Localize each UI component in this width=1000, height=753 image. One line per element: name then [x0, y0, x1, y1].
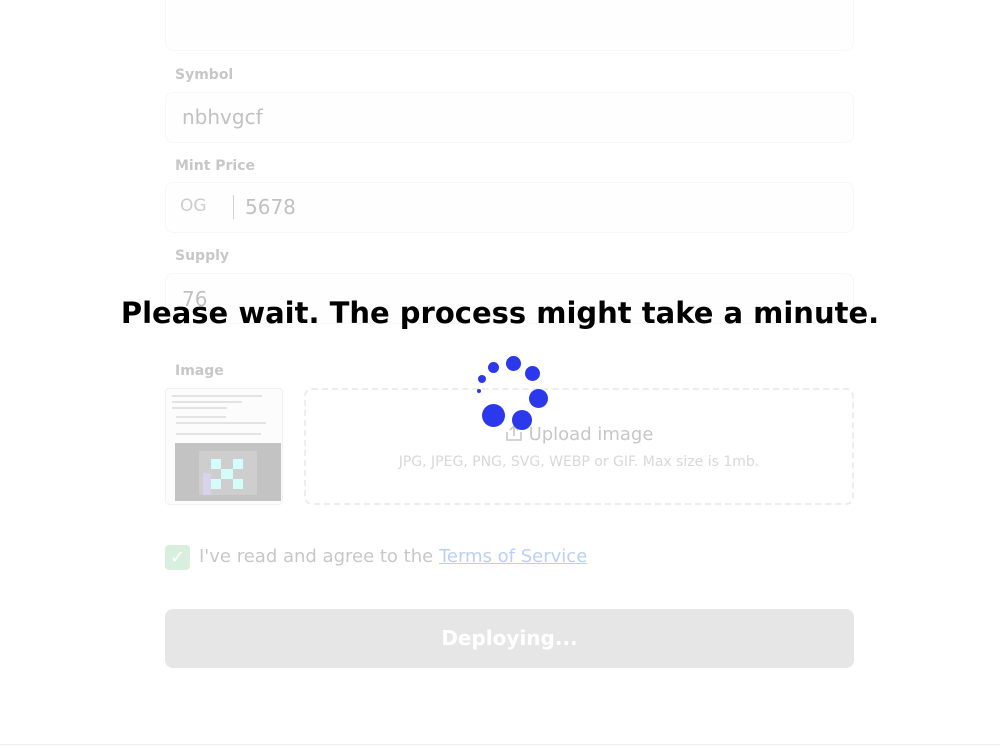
thumbnail-text-line	[176, 422, 266, 424]
spinner-dot	[525, 366, 540, 381]
terms-of-service-link[interactable]: Terms of Service	[439, 546, 587, 567]
image-thumbnail	[165, 388, 283, 505]
spinner-dot	[529, 389, 548, 408]
thumbnail-image	[175, 443, 281, 501]
upload-title-text: Upload image	[528, 424, 654, 445]
upload-dropzone[interactable]: Upload image JPG, JPEG, PNG, SVG, WEBP o…	[304, 388, 854, 505]
thumbnail-text-line	[172, 401, 242, 403]
supply-label: Supply	[175, 248, 230, 264]
spinner-dot	[512, 410, 532, 430]
loading-message: Please wait. The process might take a mi…	[120, 296, 880, 330]
terms-agreement: I've read and agree to the Terms of Serv…	[199, 546, 587, 567]
thumbnail-text-line	[176, 416, 226, 418]
symbol-value: nbhvgcf	[182, 105, 263, 129]
currency-prefix: OG	[180, 196, 207, 216]
terms-checkbox[interactable]: ✓	[165, 545, 190, 570]
mint-price-value: 5678	[245, 195, 296, 219]
spinner-dot	[477, 389, 481, 393]
spinner-dot	[482, 404, 505, 427]
terms-agreement-text: I've read and agree to the	[199, 546, 439, 567]
thumbnail-graphic	[175, 443, 281, 501]
footer-divider	[0, 744, 1000, 745]
checkmark-icon: ✓	[169, 547, 186, 568]
mint-price-input[interactable]: OG 5678	[165, 182, 854, 233]
upload-hint: JPG, JPEG, PNG, SVG, WEBP or GIF. Max si…	[398, 454, 760, 470]
name-field[interactable]	[165, 0, 854, 51]
currency-divider	[233, 195, 234, 219]
symbol-label: Symbol	[175, 67, 234, 83]
thumbnail-text-line	[172, 407, 227, 409]
symbol-input[interactable]: nbhvgcf	[165, 92, 854, 143]
thumbnail-text-line	[176, 433, 261, 435]
spinner-dot	[506, 356, 521, 371]
thumbnail-text-line	[172, 395, 262, 397]
image-label: Image	[175, 363, 224, 379]
deploy-button[interactable]: Deploying...	[165, 609, 854, 668]
deploy-collection-page: Symbol nbhvgcf Mint Price OG 5678 Supply…	[0, 0, 1000, 753]
spinner-dot	[478, 375, 486, 383]
upload-title: Upload image	[306, 424, 852, 445]
mint-price-label: Mint Price	[175, 158, 256, 174]
spinner-dot	[488, 362, 499, 373]
